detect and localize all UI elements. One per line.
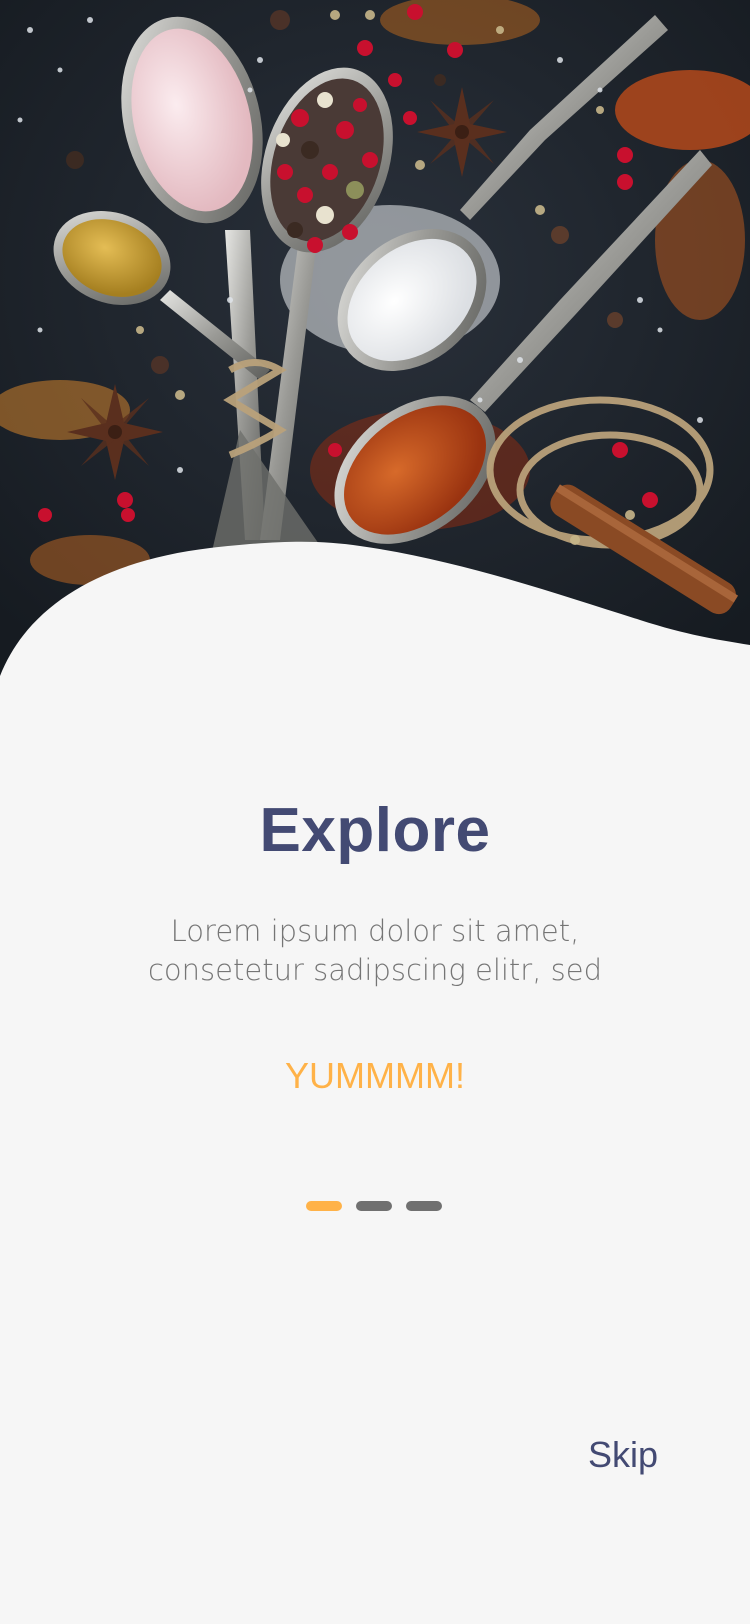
page-dot-1[interactable] [306,1201,342,1211]
subtitle-line-1: Lorem ipsum dolor sit amet, [170,914,580,948]
subtitle: Lorem ipsum dolor sit amet, consetetur s… [120,912,630,990]
page-indicator [306,1201,442,1211]
skip-button[interactable]: Skip [588,1434,658,1476]
onboarding-content: Explore Lorem ipsum dolor sit amet, cons… [0,0,750,1624]
page-dot-2[interactable] [356,1201,392,1211]
tagline: YUMMMM! [285,1055,465,1096]
page-title: Explore [259,796,491,865]
page-dot-3[interactable] [406,1201,442,1211]
subtitle-line-2: consetetur sadipscing elitr, sed [147,953,603,987]
